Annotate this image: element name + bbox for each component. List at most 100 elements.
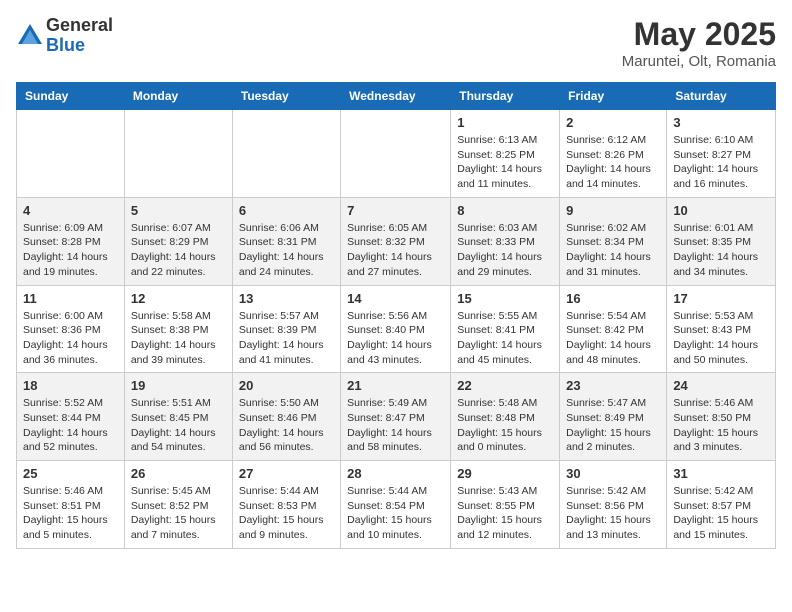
day-detail: Sunrise: 5:44 AM Sunset: 8:54 PM Dayligh… [347, 484, 444, 543]
logo: General Blue [16, 16, 113, 56]
day-detail: Sunrise: 5:50 AM Sunset: 8:46 PM Dayligh… [239, 396, 334, 455]
day-number: 16 [566, 291, 660, 306]
calendar-table: SundayMondayTuesdayWednesdayThursdayFrid… [16, 82, 776, 549]
day-cell: 16 Sunrise: 5:54 AM Sunset: 8:42 PM Dayli… [560, 285, 667, 373]
day-cell: 19Sunrise: 5:51 AM Sunset: 8:45 PM Dayli… [124, 373, 232, 461]
day-cell: 2 Sunrise: 6:12 AM Sunset: 8:26 PM Daylig… [560, 110, 667, 198]
day-number: 12 [131, 291, 226, 306]
day-cell: 31 Sunrise: 5:42 AM Sunset: 8:57 PM Dayli… [667, 461, 776, 549]
day-number: 2 [566, 115, 660, 130]
day-cell: 28 Sunrise: 5:44 AM Sunset: 8:54 PM Dayli… [341, 461, 451, 549]
day-detail: Sunrise: 5:53 AM Sunset: 8:43 PM Dayligh… [673, 309, 769, 368]
day-cell [124, 110, 232, 198]
header-cell-monday: Monday [124, 83, 232, 110]
day-number: 24 [673, 378, 769, 393]
day-cell [17, 110, 125, 198]
header-row: SundayMondayTuesdayWednesdayThursdayFrid… [17, 83, 776, 110]
day-detail: Sunrise: 5:55 AM Sunset: 8:41 PM Dayligh… [457, 309, 553, 368]
day-detail: Sunrise: 5:42 AM Sunset: 8:57 PM Dayligh… [673, 484, 769, 543]
day-number: 23 [566, 378, 660, 393]
day-number: 18 [23, 378, 118, 393]
day-detail: Sunrise: 6:01 AM Sunset: 8:35 PM Dayligh… [673, 221, 769, 280]
day-cell: 14 Sunrise: 5:56 AM Sunset: 8:40 PM Dayli… [341, 285, 451, 373]
day-number: 17 [673, 291, 769, 306]
day-number: 9 [566, 203, 660, 218]
day-cell: 29 Sunrise: 5:43 AM Sunset: 8:55 PM Dayli… [451, 461, 560, 549]
day-detail: Sunrise: 6:00 AM Sunset: 8:36 PM Dayligh… [23, 309, 118, 368]
day-number: 1 [457, 115, 553, 130]
header-cell-tuesday: Tuesday [232, 83, 340, 110]
day-number: 30 [566, 466, 660, 481]
day-detail: Sunrise: 6:03 AM Sunset: 8:33 PM Dayligh… [457, 221, 553, 280]
day-cell: 26 Sunrise: 5:45 AM Sunset: 8:52 PM Dayli… [124, 461, 232, 549]
day-number: 8 [457, 203, 553, 218]
header-cell-sunday: Sunday [17, 83, 125, 110]
day-number: 21 [347, 378, 444, 393]
day-number: 19 [131, 378, 226, 393]
day-detail: Sunrise: 5:45 AM Sunset: 8:52 PM Dayligh… [131, 484, 226, 543]
day-detail: Sunrise: 5:42 AM Sunset: 8:56 PM Dayligh… [566, 484, 660, 543]
day-detail: Sunrise: 5:52 AM Sunset: 8:44 PM Dayligh… [23, 396, 118, 455]
day-cell: 4 Sunrise: 6:09 AM Sunset: 8:28 PM Daylig… [17, 197, 125, 285]
day-number: 10 [673, 203, 769, 218]
calendar-header: SundayMondayTuesdayWednesdayThursdayFrid… [17, 83, 776, 110]
day-cell: 1Sunrise: 6:13 AM Sunset: 8:25 PM Daylig… [451, 110, 560, 198]
calendar-body: 1Sunrise: 6:13 AM Sunset: 8:25 PM Daylig… [17, 110, 776, 549]
day-number: 25 [23, 466, 118, 481]
day-cell: 24Sunrise: 5:46 AM Sunset: 8:50 PM Dayli… [667, 373, 776, 461]
header-cell-thursday: Thursday [451, 83, 560, 110]
day-number: 4 [23, 203, 118, 218]
day-cell: 8 Sunrise: 6:03 AM Sunset: 8:33 PM Daylig… [451, 197, 560, 285]
day-cell: 12 Sunrise: 5:58 AM Sunset: 8:38 PM Dayli… [124, 285, 232, 373]
day-detail: Sunrise: 5:43 AM Sunset: 8:55 PM Dayligh… [457, 484, 553, 543]
logo-general: General [46, 16, 113, 36]
header-cell-wednesday: Wednesday [341, 83, 451, 110]
day-detail: Sunrise: 6:02 AM Sunset: 8:34 PM Dayligh… [566, 221, 660, 280]
day-cell: 9 Sunrise: 6:02 AM Sunset: 8:34 PM Daylig… [560, 197, 667, 285]
day-detail: Sunrise: 5:56 AM Sunset: 8:40 PM Dayligh… [347, 309, 444, 368]
day-number: 6 [239, 203, 334, 218]
day-cell: 20 Sunrise: 5:50 AM Sunset: 8:46 PM Dayli… [232, 373, 340, 461]
day-number: 31 [673, 466, 769, 481]
week-row-1: 1Sunrise: 6:13 AM Sunset: 8:25 PM Daylig… [17, 110, 776, 198]
day-number: 29 [457, 466, 553, 481]
logo-blue: Blue [46, 36, 113, 56]
day-detail: Sunrise: 6:07 AM Sunset: 8:29 PM Dayligh… [131, 221, 226, 280]
day-cell: 10 Sunrise: 6:01 AM Sunset: 8:35 PM Dayli… [667, 197, 776, 285]
day-detail: Sunrise: 6:10 AM Sunset: 8:27 PM Dayligh… [673, 133, 769, 192]
day-number: 26 [131, 466, 226, 481]
day-detail: Sunrise: 6:12 AM Sunset: 8:26 PM Dayligh… [566, 133, 660, 192]
day-number: 5 [131, 203, 226, 218]
day-cell: 30 Sunrise: 5:42 AM Sunset: 8:56 PM Dayli… [560, 461, 667, 549]
location-title: Maruntei, Olt, Romania [622, 53, 776, 70]
day-number: 14 [347, 291, 444, 306]
logo-icon [16, 22, 44, 50]
day-number: 20 [239, 378, 334, 393]
day-cell: 22Sunrise: 5:48 AM Sunset: 8:48 PM Dayli… [451, 373, 560, 461]
day-number: 28 [347, 466, 444, 481]
day-cell: 27Sunrise: 5:44 AM Sunset: 8:53 PM Dayli… [232, 461, 340, 549]
day-cell: 6Sunrise: 6:06 AM Sunset: 8:31 PM Daylig… [232, 197, 340, 285]
day-detail: Sunrise: 5:47 AM Sunset: 8:49 PM Dayligh… [566, 396, 660, 455]
day-cell: 11 Sunrise: 6:00 AM Sunset: 8:36 PM Dayli… [17, 285, 125, 373]
day-detail: Sunrise: 5:58 AM Sunset: 8:38 PM Dayligh… [131, 309, 226, 368]
day-cell: 7Sunrise: 6:05 AM Sunset: 8:32 PM Daylig… [341, 197, 451, 285]
day-detail: Sunrise: 5:46 AM Sunset: 8:51 PM Dayligh… [23, 484, 118, 543]
week-row-4: 18 Sunrise: 5:52 AM Sunset: 8:44 PM Dayli… [17, 373, 776, 461]
day-number: 11 [23, 291, 118, 306]
day-number: 13 [239, 291, 334, 306]
header-cell-friday: Friday [560, 83, 667, 110]
day-cell: 13Sunrise: 5:57 AM Sunset: 8:39 PM Dayli… [232, 285, 340, 373]
logo-text: General Blue [46, 16, 113, 56]
day-cell: 23 Sunrise: 5:47 AM Sunset: 8:49 PM Dayli… [560, 373, 667, 461]
day-cell: 3 Sunrise: 6:10 AM Sunset: 8:27 PM Daylig… [667, 110, 776, 198]
week-row-2: 4 Sunrise: 6:09 AM Sunset: 8:28 PM Daylig… [17, 197, 776, 285]
day-cell [232, 110, 340, 198]
header: General Blue May 2025 Maruntei, Olt, Rom… [16, 16, 776, 70]
day-detail: Sunrise: 6:09 AM Sunset: 8:28 PM Dayligh… [23, 221, 118, 280]
day-cell: 17 Sunrise: 5:53 AM Sunset: 8:43 PM Dayli… [667, 285, 776, 373]
title-area: May 2025 Maruntei, Olt, Romania [622, 16, 776, 70]
day-number: 3 [673, 115, 769, 130]
day-detail: Sunrise: 5:54 AM Sunset: 8:42 PM Dayligh… [566, 309, 660, 368]
day-cell: 5 Sunrise: 6:07 AM Sunset: 8:29 PM Daylig… [124, 197, 232, 285]
